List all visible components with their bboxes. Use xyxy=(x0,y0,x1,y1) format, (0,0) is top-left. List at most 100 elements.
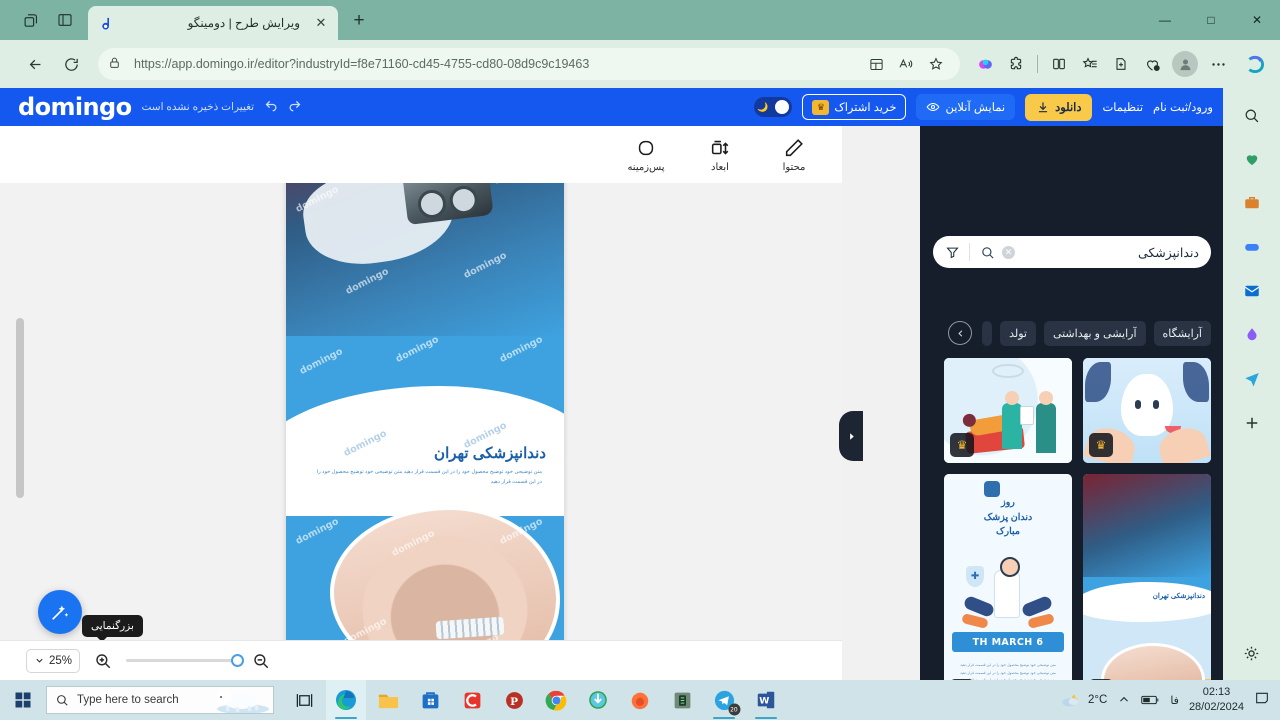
chips-prev-button[interactable] xyxy=(948,321,973,345)
back-icon[interactable] xyxy=(18,47,52,81)
favorites-list-icon[interactable] xyxy=(1075,49,1105,79)
template-card[interactable]: ♛ xyxy=(944,358,1072,463)
notepad-icon[interactable] xyxy=(662,680,702,720)
tool-background[interactable]: پس‌زمینه xyxy=(620,137,672,173)
url-text: https://app.domingo.ir/editor?industryId… xyxy=(134,57,590,71)
tool-dimensions[interactable]: ابعاد xyxy=(694,137,746,173)
pixellab-icon[interactable]: P xyxy=(494,680,534,720)
more-options-icon[interactable] xyxy=(1203,49,1233,79)
undo-icon[interactable] xyxy=(264,97,279,117)
firefox-icon[interactable] xyxy=(620,680,660,720)
maximize-button[interactable]: □ xyxy=(1188,0,1234,40)
language-indicator[interactable]: فا xyxy=(1170,694,1179,707)
tool-content-label: محتوا xyxy=(782,161,806,173)
editor-canvas-area[interactable]: دندانپزشکی تهران متن توضیحی خود توضیح مح… xyxy=(0,183,842,680)
windows-start-icon[interactable] xyxy=(0,680,46,720)
search-icon[interactable] xyxy=(978,245,996,260)
search-input[interactable]: دندانپزشکی xyxy=(1015,245,1201,260)
magic-wand-button[interactable] xyxy=(38,590,82,634)
clock-widget[interactable]: 02:13 28/02/2024 xyxy=(1189,685,1244,715)
copilot-brain-icon[interactable] xyxy=(970,49,1000,79)
dark-mode-toggle[interactable]: 🌙 xyxy=(754,97,793,117)
browser-window: ویرایش طرح | دومینگو ✕ + — □ ✕ https://a… xyxy=(0,0,1280,680)
poster-body-text[interactable]: متن توضیحی خود توضیح محصول خود را در این… xyxy=(316,468,542,488)
zoom-level-select[interactable]: 25% xyxy=(26,648,80,673)
extensions-icon[interactable] xyxy=(1001,49,1031,79)
browser-tab-active[interactable]: ویرایش طرح | دومینگو ✕ xyxy=(88,6,338,40)
canvas-vertical-scrollbar[interactable] xyxy=(16,318,24,498)
chip-birthday[interactable]: تولد xyxy=(1000,320,1036,346)
sidebar-tools-icon[interactable] xyxy=(1235,186,1269,220)
sidebar-games-icon[interactable] xyxy=(1235,230,1269,264)
chip-beauty-health[interactable]: آرایشی و بهداشتی xyxy=(1043,320,1146,346)
split-screen-icon[interactable] xyxy=(48,4,82,36)
sidebar-search-icon[interactable] xyxy=(1235,98,1269,132)
dentist-day-illustration: روز دندان پزشک مبارک ✚ 6 TH MARCH متن تو… xyxy=(944,474,1072,680)
notification-icon[interactable] xyxy=(1254,690,1270,711)
template-card[interactable]: روز دندان پزشک مبارک ✚ 6 TH MARCH متن تو… xyxy=(944,474,1072,680)
zoom-slider[interactable] xyxy=(126,654,244,667)
collections-icon[interactable] xyxy=(862,50,890,78)
template-card[interactable]: دندانپزشکی تهران ♛ xyxy=(1083,474,1211,680)
show-hidden-icons-icon[interactable] xyxy=(1117,693,1131,707)
file-explorer-icon[interactable] xyxy=(368,680,408,720)
sidebar-add-icon[interactable] xyxy=(1235,406,1269,440)
template-search-row[interactable]: دندانپزشکی ✕ xyxy=(933,236,1211,268)
sidebar-outlook-icon[interactable] xyxy=(1235,274,1269,308)
microsoft-edge-icon[interactable] xyxy=(326,680,366,720)
telegram-icon[interactable]: 20 xyxy=(704,680,744,720)
clear-icon[interactable]: ✕ xyxy=(1002,245,1015,259)
minimize-button[interactable]: — xyxy=(1142,0,1188,40)
sidebar-settings-icon[interactable] xyxy=(1234,636,1268,670)
new-tab-button[interactable]: + xyxy=(344,6,374,36)
window-close-button[interactable]: ✕ xyxy=(1234,0,1280,40)
sidebar-drop-icon[interactable] xyxy=(1235,318,1269,352)
app-header: domingo تغییرات ذخیره نشده است 🌙 خرید اش… xyxy=(0,88,1223,126)
dentist-shape xyxy=(1002,391,1022,449)
read-aloud-icon[interactable] xyxy=(892,50,920,78)
zoom-slider-handle[interactable] xyxy=(231,654,244,667)
login-link[interactable]: ورود/ثبت نام xyxy=(1153,100,1213,114)
weather-widget[interactable]: 2°C xyxy=(1060,691,1107,709)
add-collection-icon[interactable] xyxy=(1106,49,1136,79)
close-icon[interactable]: ✕ xyxy=(312,14,330,32)
address-bar[interactable]: https://app.domingo.ir/editor?industryId… xyxy=(98,48,960,80)
preview-online-button[interactable]: نمایش آنلاین xyxy=(916,94,1016,120)
split-pane-icon[interactable] xyxy=(1044,49,1074,79)
zoom-out-button[interactable] xyxy=(248,648,274,674)
redo-icon[interactable] xyxy=(287,97,302,117)
google-chrome-icon[interactable] xyxy=(536,680,576,720)
sidebar-shopping-icon[interactable] xyxy=(1235,142,1269,176)
microsoft-word-icon[interactable]: W xyxy=(746,680,786,720)
app-logo[interactable]: domingo xyxy=(18,93,132,121)
chip-partial-next[interactable] xyxy=(982,320,993,346)
filter-funnel-icon[interactable] xyxy=(943,245,961,260)
shopping-icon[interactable] xyxy=(1137,49,1167,79)
chip-arayeshgah[interactable]: آرایشگاه xyxy=(1153,320,1211,346)
profile-avatar-icon[interactable] xyxy=(1172,51,1198,77)
microsoft-store-icon[interactable] xyxy=(410,680,450,720)
zoom-toolbar: 25% xyxy=(0,640,842,680)
favorite-star-icon[interactable] xyxy=(922,50,950,78)
camtasia-icon[interactable] xyxy=(452,680,492,720)
template-card[interactable]: ♛ xyxy=(1083,358,1211,463)
design-poster[interactable]: دندانپزشکی تهران متن توضیحی خود توضیح مح… xyxy=(286,183,564,680)
copilot-icon[interactable] xyxy=(1238,47,1272,81)
refresh-icon[interactable] xyxy=(54,47,88,81)
poster-title[interactable]: دندانپزشکی تهران xyxy=(306,444,546,462)
svg-text:20: 20 xyxy=(730,707,738,714)
internet-download-manager-icon[interactable] xyxy=(578,680,618,720)
magic-wand-icon xyxy=(52,605,69,620)
temperature-text: 2°C xyxy=(1088,694,1108,706)
tab-actions-icon[interactable] xyxy=(14,4,48,36)
panel-collapse-button[interactable] xyxy=(839,411,863,461)
sidebar-send-icon[interactable] xyxy=(1235,362,1269,396)
download-button[interactable]: دانلود xyxy=(1025,93,1093,121)
tool-content[interactable]: محتوا xyxy=(768,137,820,173)
battery-icon[interactable] xyxy=(1141,693,1160,707)
subscribe-button[interactable]: خرید اشتراک ♛ xyxy=(802,94,907,120)
zoom-in-button[interactable] xyxy=(90,648,116,674)
settings-link[interactable]: تنظیمات xyxy=(1102,100,1143,114)
taskbar-search-input[interactable]: Type here to search xyxy=(46,686,274,714)
task-view-icon[interactable] xyxy=(284,680,324,720)
